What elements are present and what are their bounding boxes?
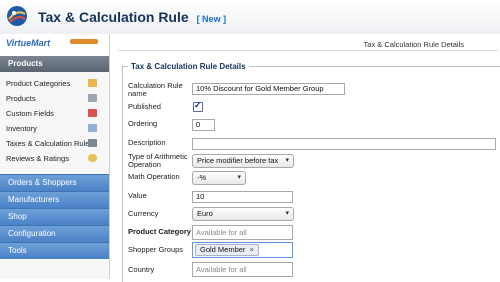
rule-name-input[interactable]: 10% Discount for Gold Member Group [192, 83, 345, 95]
country-input[interactable]: Available for all [192, 262, 293, 277]
sidebar-section-label: Shop [8, 212, 27, 221]
sidebar: VirtueMart Products Product Categories P… [0, 34, 110, 279]
description-input[interactable] [192, 138, 496, 150]
top-bar: Tax & Calculation Rule [ New ] [0, 0, 500, 35]
shopper-groups-label: Shopper Groups [128, 245, 184, 254]
calculator-icon [88, 139, 97, 147]
name-label: Calculation Rule name [128, 81, 183, 98]
chevron-down-icon: ▾ [285, 157, 289, 164]
page-title-text: Tax & Calculation Rule [38, 9, 189, 25]
shopper-group-chip: Gold Member × [195, 244, 259, 256]
arith-op-label: Type of Arithmetic Operation [128, 152, 188, 169]
sidebar-section-configuration[interactable]: Configuration [0, 225, 109, 242]
sidebar-item-product-categories[interactable]: Product Categories [0, 76, 109, 91]
speech-bubble-icon [88, 154, 97, 162]
sidebar-section-manufacturers[interactable]: Manufacturers [0, 191, 109, 208]
sidebar-item-reviews[interactable]: Reviews & Ratings [0, 151, 109, 166]
inventory-icon [88, 124, 97, 132]
page-title-tag: [ New ] [196, 14, 227, 24]
math-op-label: Math Operation [128, 172, 180, 181]
products-header[interactable]: Products [0, 56, 109, 72]
chevron-down-icon: ▾ [285, 210, 289, 217]
sidebar-section-label: Manufacturers [8, 195, 60, 204]
math-op-select[interactable]: -% ▾ [192, 171, 246, 185]
description-label: Description [128, 138, 166, 147]
brand-logo-text: VirtueMart [6, 38, 51, 48]
virtuemart-brand: VirtueMart [0, 34, 109, 57]
country-label: Country [128, 265, 155, 274]
brand-logo-swoosh [70, 39, 98, 44]
currency-value: Euro [197, 209, 213, 218]
ordering-input[interactable]: 0 [192, 119, 215, 131]
sidebar-item-taxes[interactable]: Taxes & Calculation Rules [0, 136, 109, 151]
remove-chip-icon[interactable]: × [249, 245, 253, 254]
sidebar-item-label: Reviews & Ratings [6, 154, 69, 163]
sidebar-section-label: Tools [8, 246, 27, 255]
breadcrumb-divider [118, 50, 498, 51]
sidebar-item-label: Custom Fields [6, 109, 54, 118]
main-content: Tax & Calculation Rule Details Tax & Cal… [110, 34, 500, 282]
page-title: Tax & Calculation Rule [ New ] [38, 9, 226, 25]
published-label: Published [128, 102, 161, 111]
sidebar-section-orders[interactable]: Orders & Shoppers [0, 174, 109, 191]
sidebar-item-label: Products [6, 94, 36, 103]
value-input[interactable]: 10 [192, 191, 293, 203]
folder-icon [88, 79, 97, 87]
sidebar-item-custom-fields[interactable]: Custom Fields [0, 106, 109, 121]
sidebar-section-shop[interactable]: Shop [0, 208, 109, 225]
ordering-label: Ordering [128, 119, 158, 128]
arith-op-select[interactable]: Price modifier before tax ▾ [192, 154, 294, 168]
custom-fields-icon [88, 109, 97, 117]
fieldset-legend: Tax & Calculation Rule Details [128, 62, 249, 71]
image-icon [88, 94, 97, 102]
sidebar-item-label: Taxes & Calculation Rules [6, 139, 94, 148]
breadcrumb: Tax & Calculation Rule Details [363, 40, 464, 49]
sidebar-section-label: Orders & Shoppers [8, 178, 77, 187]
sidebar-section-label: Configuration [8, 229, 56, 238]
products-header-label: Products [8, 59, 43, 68]
sidebar-item-label: Inventory [6, 124, 37, 133]
sidebar-item-label: Product Categories [6, 79, 71, 88]
currency-label: Currency [128, 209, 159, 218]
value-label: Value [128, 191, 147, 200]
math-op-value: -% [197, 173, 207, 182]
chevron-down-icon: ▾ [237, 174, 241, 181]
sidebar-section-tools[interactable]: Tools [0, 242, 109, 259]
checkmark-icon: ✓ [194, 100, 202, 110]
virtuemart-logo-icon [7, 6, 27, 26]
product-category-label: Product Category [128, 227, 191, 236]
sidebar-item-products[interactable]: Products [0, 91, 109, 106]
published-checkbox[interactable]: ✓ [193, 100, 203, 112]
currency-select[interactable]: Euro ▾ [192, 207, 294, 221]
product-category-input[interactable]: Available for all [192, 225, 293, 240]
chip-label: Gold Member [200, 245, 246, 254]
arith-op-value: Price modifier before tax [197, 156, 279, 165]
sidebar-item-inventory[interactable]: Inventory [0, 121, 109, 136]
